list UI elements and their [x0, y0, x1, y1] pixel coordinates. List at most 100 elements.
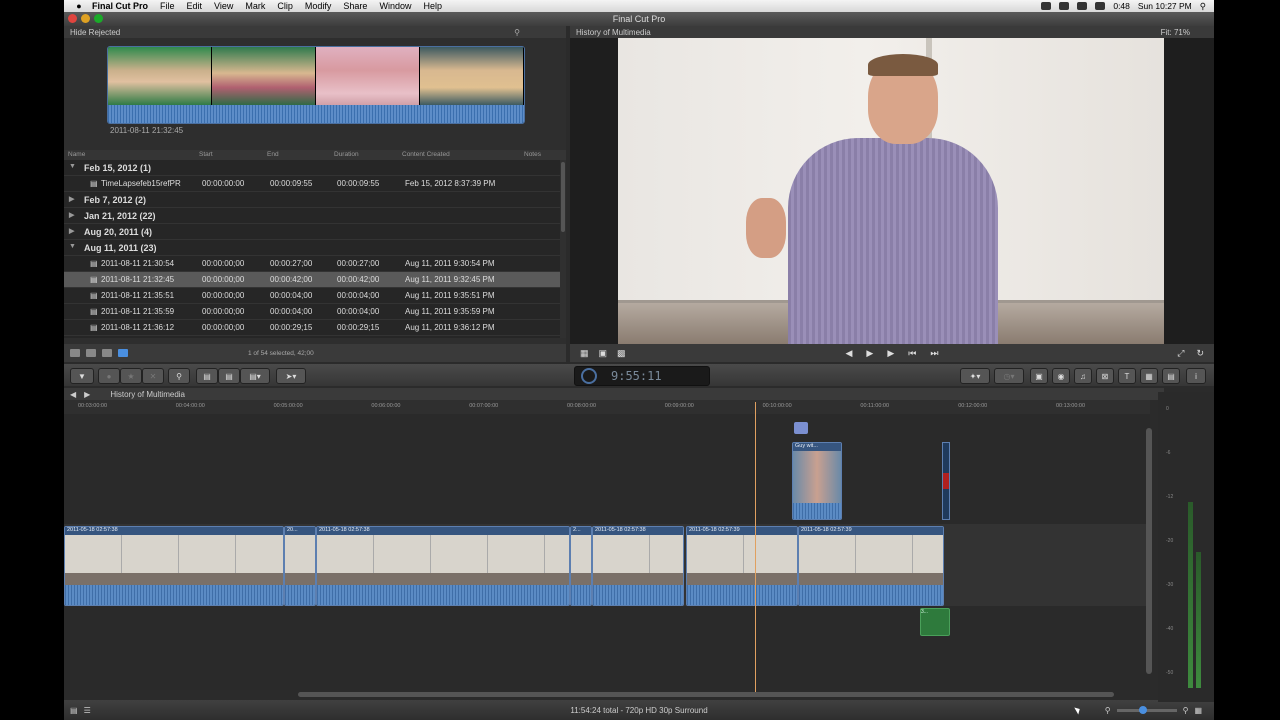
retime-button[interactable]: ◷▾ — [994, 368, 1024, 384]
favorite-button[interactable]: ★ — [120, 368, 142, 384]
next-edit-button[interactable]: ⏭ — [930, 348, 938, 359]
menu-help[interactable]: Help — [423, 1, 442, 11]
disclosure-triangle-icon[interactable]: ▼ — [69, 243, 76, 250]
audio-skim-icon[interactable]: ◀ — [846, 348, 853, 359]
music-icon[interactable]: ♫ — [1074, 368, 1092, 384]
disclosure-triangle-icon[interactable]: ▼ — [69, 163, 76, 170]
zoom-window-button[interactable] — [94, 14, 103, 23]
timeline-area[interactable]: Guy wit... 3... 2011-05-18 02:57:38 20...… — [64, 414, 1150, 690]
select-tool-button[interactable]: ➤▾ — [276, 368, 306, 384]
transitions-icon[interactable]: ⊠ — [1096, 368, 1114, 384]
menu-window[interactable]: Window — [379, 1, 411, 11]
col-start[interactable]: Start — [199, 151, 213, 158]
clip-row[interactable]: ▤ 2011-08-11 21:35:59 00:00:00;00 00:00:04;… — [64, 304, 560, 320]
status-icon[interactable] — [1041, 2, 1052, 10]
zoom-slider[interactable] — [1116, 705, 1177, 714]
timeline-vertical-scrollbar[interactable] — [1146, 428, 1152, 674]
play-button-large[interactable]: ▶ — [887, 348, 894, 359]
keyword-button[interactable]: ● — [98, 368, 120, 384]
menu-clock[interactable]: Sun 10:27 PM — [1138, 1, 1192, 11]
col-duration[interactable]: Duration — [334, 151, 359, 158]
event-group-row[interactable]: ▶ Feb 7, 2012 (2) — [64, 192, 560, 208]
col-content-created[interactable]: Content Created — [402, 151, 450, 158]
gear-icon[interactable] — [86, 349, 96, 357]
status-icon[interactable] — [1059, 2, 1070, 10]
apple-icon[interactable]: ● — [72, 1, 86, 11]
timeline-clip[interactable]: 2011-05-18 02:57:38 — [592, 526, 684, 606]
col-end[interactable]: End — [267, 151, 279, 158]
menu-view[interactable]: View — [214, 1, 233, 11]
timeline-ruler[interactable]: 00:03:00:00 00:04:00:00 00:05:00:00 00:06:0… — [64, 400, 1150, 415]
list-view-icon[interactable] — [118, 349, 128, 357]
event-group-row[interactable]: ▶ Jan 21, 2012 (22) — [64, 208, 560, 224]
connected-clip[interactable]: Guy wit... — [792, 442, 842, 520]
loop-icon[interactable]: ↻ — [1196, 348, 1204, 359]
fullscreen-icon[interactable]: ⤢ — [1177, 348, 1184, 359]
themes-icon[interactable]: ▤ — [1162, 368, 1180, 384]
close-window-button[interactable] — [68, 14, 77, 23]
menu-share[interactable]: Share — [343, 1, 367, 11]
minimize-window-button[interactable] — [81, 14, 90, 23]
clip-row[interactable]: ▤2011-08-11 21:37:3200:00:00;0000:01:11;… — [64, 336, 560, 338]
camera-icon[interactable]: ◉ — [1052, 368, 1070, 384]
audio-clip[interactable]: 3... — [920, 608, 950, 636]
connect-button[interactable]: ▤ — [196, 368, 218, 384]
playhead[interactable] — [755, 402, 756, 692]
marker-icon[interactable] — [794, 422, 808, 434]
timeline-clip[interactable]: 2011-05-18 02:57:38 — [64, 526, 284, 606]
enhance-button[interactable]: ✦▾ — [960, 368, 990, 384]
import-button[interactable]: ▼ — [70, 368, 94, 384]
video-frame[interactable] — [618, 38, 1164, 344]
generators-icon[interactable]: ▦ — [1140, 368, 1158, 384]
event-group-row[interactable]: ▶ Aug 20, 2011 (4) — [64, 224, 560, 240]
background-task-icon[interactable] — [581, 368, 597, 384]
clip-row[interactable]: ▤ 2011-08-11 21:30:54 00:00:00;00 00:00:27;… — [64, 256, 560, 272]
append-button[interactable]: ▤▾ — [240, 368, 270, 384]
zoom-slider-knob[interactable] — [1138, 705, 1147, 714]
disclosure-triangle-icon[interactable]: ▶ — [69, 211, 74, 219]
previous-edit-button[interactable]: ⏮ — [908, 348, 916, 359]
list-icon[interactable]: ☰ — [84, 706, 91, 715]
timeline-clip[interactable]: 2... — [570, 526, 592, 606]
connected-audio-strip[interactable] — [942, 442, 950, 520]
fit-label[interactable]: Fit: 71% — [1161, 28, 1190, 37]
inspector-tab-button[interactable]: ▣ — [1030, 368, 1048, 384]
disclosure-triangle-icon[interactable]: ▶ — [69, 227, 74, 235]
viewer-options-icon[interactable]: ▦ — [580, 348, 589, 359]
clip-row[interactable]: ▤ 2011-08-11 21:32:45 00:00:00;00 00:00:42;… — [64, 272, 560, 288]
timeline-clip[interactable]: 2011-05-18 02:57:38 — [316, 526, 570, 606]
zoom-out-icon[interactable]: ⚲ — [1105, 706, 1111, 715]
timeline-index-icon[interactable]: ▤ — [70, 706, 78, 715]
back-icon[interactable]: ◀ — [70, 390, 76, 399]
dashboard-timecode[interactable]: 9:55:11 — [574, 366, 710, 386]
timeline-clip[interactable]: 2011-05-18 02:57:39 — [686, 526, 798, 606]
wifi-icon[interactable] — [1077, 2, 1088, 10]
clip-row[interactable]: ▤ 2011-08-11 21:36:12 00:00:00;00 00:00:29;… — [64, 320, 560, 336]
battery-time[interactable]: 0:48 — [1113, 1, 1130, 11]
clip-row[interactable]: ▤ 2011-08-11 21:35:51 00:00:00;00 00:00:04;… — [64, 288, 560, 304]
timeline-clip[interactable]: 2011-05-18 02:57:39 — [798, 526, 944, 606]
menu-file[interactable]: File — [160, 1, 175, 11]
filmstrip[interactable] — [107, 46, 525, 124]
insert-button[interactable]: ▤ — [218, 368, 240, 384]
menu-clip[interactable]: Clip — [277, 1, 293, 11]
titles-icon[interactable]: T — [1118, 368, 1136, 384]
crop-icon[interactable]: ▩ — [617, 348, 626, 359]
col-notes[interactable]: Notes — [524, 151, 541, 158]
menu-modify[interactable]: Modify — [305, 1, 332, 11]
disclosure-triangle-icon[interactable]: ▶ — [69, 195, 74, 203]
search-icon[interactable]: ⚲ — [514, 28, 520, 37]
reject-button[interactable]: ✕ — [142, 368, 164, 384]
list-scrollbar[interactable] — [560, 160, 566, 338]
filmstrip-toggle-icon[interactable] — [70, 349, 80, 357]
timeline-clip[interactable]: 20... — [284, 526, 316, 606]
filter-dropdown[interactable]: Hide Rejected — [70, 28, 120, 37]
key-icon[interactable]: ⚲ — [168, 368, 190, 384]
zoom-in-icon[interactable]: ⚲ — [1183, 706, 1189, 715]
filmstrip-view-icon[interactable] — [102, 349, 112, 357]
col-name[interactable]: Name — [68, 151, 85, 158]
volume-icon[interactable] — [1095, 2, 1106, 10]
transform-icon[interactable]: ▣ — [599, 348, 608, 359]
clip-row[interactable]: ▤ TimeLapsefeb15refPR 00:00:00:00 00:00:09:… — [64, 176, 560, 192]
menu-mark[interactable]: Mark — [245, 1, 265, 11]
